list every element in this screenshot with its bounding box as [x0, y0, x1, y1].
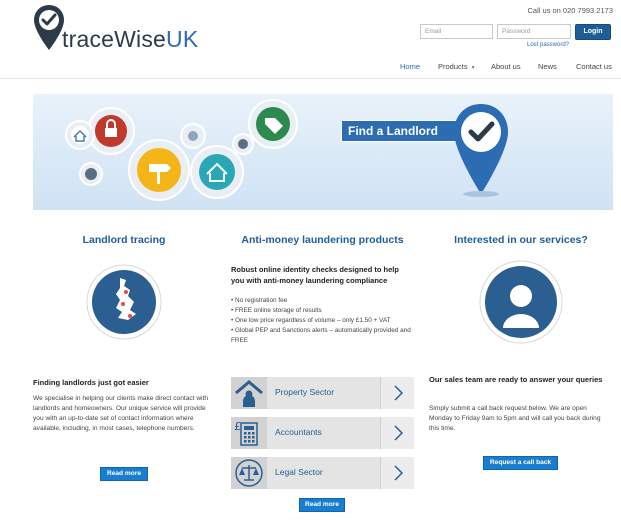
home-heart-icon — [199, 154, 235, 190]
sector-label: Property Sector — [275, 387, 335, 397]
landlord-title: Landlord tracing — [82, 234, 166, 246]
aml-read-more-button[interactable]: Read more — [299, 498, 345, 512]
password-field[interactable] — [497, 24, 571, 39]
house-person-icon — [231, 377, 267, 409]
chevron-down-icon: ▼ — [470, 65, 476, 71]
contact-title: Interested in our services? — [454, 234, 588, 246]
nav-contact[interactable]: Contact us — [576, 62, 612, 71]
calculator-icon: £ — [231, 417, 267, 449]
sector-property[interactable]: Property Sector — [231, 377, 414, 409]
check-pin-icon — [454, 104, 508, 197]
svg-text:£: £ — [234, 420, 241, 433]
request-call-back-button[interactable]: Request a call back — [483, 456, 558, 470]
scales-icon — [231, 457, 267, 489]
chevron-right-icon[interactable] — [380, 417, 414, 449]
signpost-icon — [137, 148, 181, 192]
chevron-right-icon[interactable] — [380, 457, 414, 489]
list-item: • FREE online storage of results — [231, 307, 322, 314]
email-field[interactable] — [420, 24, 493, 39]
lost-password-link[interactable]: Lost password? — [527, 42, 569, 48]
nav-products[interactable]: Products ▼ — [438, 62, 476, 71]
aml-features-list: • No registration fee • FREE online stor… — [231, 296, 411, 346]
contact-body: Simply submit a call back request below.… — [429, 405, 601, 432]
hero-banner[interactable]: Find a Landlord — [33, 94, 613, 210]
list-item: • No registration fee — [231, 297, 288, 304]
tag-icon — [256, 107, 290, 141]
uk-map-icon — [86, 264, 162, 340]
contact-subtitle: Our sales team are ready to answer your … — [429, 375, 603, 384]
logo-pin-icon — [34, 5, 64, 50]
logo[interactable]: traceWiseUK — [32, 4, 212, 52]
chevron-right-icon[interactable] — [380, 377, 414, 409]
list-item: • One low price regardless of volume – o… — [231, 317, 391, 324]
login-button[interactable]: Login — [575, 24, 611, 40]
landlord-subtitle: Finding landlords just got easier — [33, 378, 149, 387]
sector-accountants[interactable]: £ Accountants — [231, 417, 414, 449]
sector-label: Accountants — [275, 427, 322, 437]
landlord-body: We specialise in helping our clients mak… — [33, 395, 209, 432]
house-icon — [71, 126, 89, 144]
list-item: • Global PEP and Sanctions alerts – auto… — [231, 327, 411, 344]
gears-illustration — [65, 99, 298, 201]
logo-text: traceWiseUK — [62, 26, 199, 52]
aml-intro: Robust online identity checks designed t… — [231, 265, 399, 285]
lock-icon — [95, 115, 127, 147]
sector-label: Legal Sector — [275, 467, 323, 477]
aml-title: Anti-money laundering products — [241, 234, 404, 246]
nav-home[interactable]: Home — [400, 62, 420, 71]
landlord-read-more-button[interactable]: Read more — [100, 467, 148, 481]
header-divider — [0, 78, 621, 79]
nav-products-label: Products — [438, 62, 468, 71]
nav-about[interactable]: About us — [491, 62, 521, 71]
sector-legal[interactable]: Legal Sector — [231, 457, 414, 489]
phone-number: Call us on 020 7993 2173 — [527, 6, 614, 15]
nav-news[interactable]: News — [538, 62, 557, 71]
headset-operator-icon — [479, 260, 563, 344]
